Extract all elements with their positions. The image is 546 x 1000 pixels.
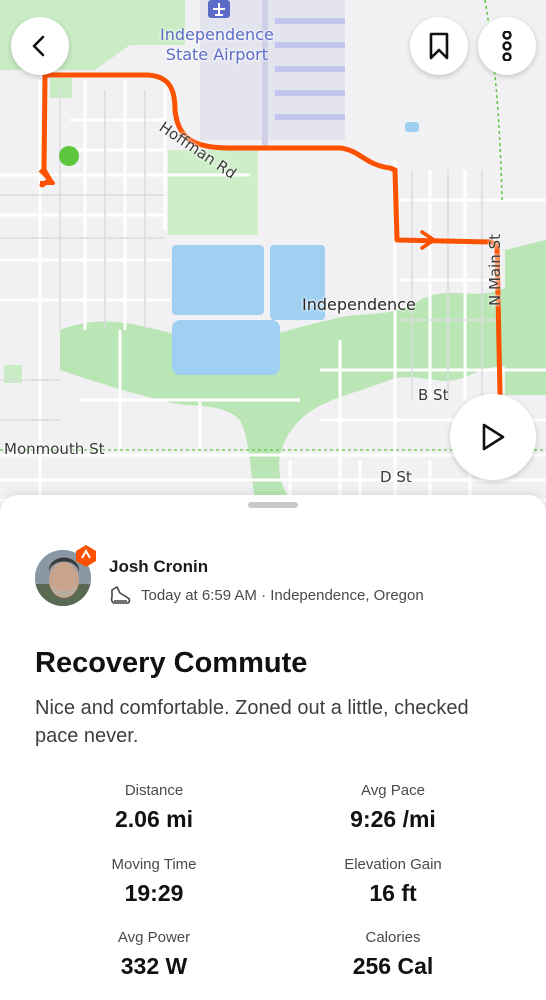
map-label-main-st: N Main St [486, 234, 504, 306]
stat-value: 16 ft [369, 880, 417, 906]
stat-label: Distance [124, 782, 184, 799]
athlete-name[interactable]: Josh Cronin [109, 557, 208, 577]
more-vertical-icon [502, 31, 512, 61]
activity-meta-text: Today at 6:59 AM · Independence, Oregon [141, 586, 424, 604]
sheet-drag-handle[interactable] [248, 502, 298, 508]
shoe-icon [110, 586, 131, 604]
subscriber-badge-icon [76, 545, 96, 567]
activity-details-sheet: Josh Cronin Today at 6:59 AM · Independe… [0, 495, 546, 1000]
stat-elevation-gain: Elevation Gain 16 ft [273, 856, 513, 906]
bookmark-button[interactable] [410, 17, 468, 75]
stat-avg-pace: Avg Pace 9:26 /mi [273, 782, 513, 832]
stat-value: 256 Cal [352, 953, 434, 979]
map-label-b-st: B St [418, 386, 449, 404]
stat-value: 19:29 [124, 880, 184, 906]
route-map[interactable]: Independence State Airport Hoffman Rd In… [0, 0, 546, 520]
stat-moving-time: Moving Time 19:29 [34, 856, 274, 906]
stat-label: Avg Pace [361, 782, 425, 799]
map-label-airport: Independence State Airport [160, 25, 274, 65]
stat-label: Elevation Gain [344, 856, 442, 873]
play-flyover-button[interactable] [450, 394, 536, 480]
activity-description: Nice and comfortable. Zoned out a little… [35, 697, 469, 747]
stat-value: 2.06 mi [115, 806, 193, 832]
stat-label: Avg Power [117, 929, 191, 946]
stat-distance: Distance 2.06 mi [34, 782, 274, 832]
stat-avg-power: Avg Power 332 W [34, 929, 274, 979]
activity-meta: Today at 6:59 AM · Independence, Oregon [109, 584, 424, 606]
play-icon [482, 423, 505, 451]
more-options-button[interactable] [478, 17, 536, 75]
stat-label: Calories [365, 929, 421, 946]
stat-value: 9:26 /mi [350, 806, 436, 832]
back-icon [32, 35, 45, 57]
back-button[interactable] [11, 17, 69, 75]
airport-label-line2: State Airport [165, 45, 268, 64]
stat-value: 332 W [120, 953, 188, 979]
map-label-monmouth-st: Monmouth St [4, 440, 105, 458]
stat-label: Moving Time [111, 856, 197, 873]
stat-calories: Calories 256 Cal [273, 929, 513, 979]
activity-title: Recovery Commute [35, 647, 308, 679]
start-marker [59, 146, 79, 166]
airport-label-line1: Independence [160, 25, 274, 44]
bookmark-icon [429, 32, 449, 60]
map-label-city: Independence [302, 295, 416, 314]
map-label-d-st: D St [380, 468, 412, 486]
